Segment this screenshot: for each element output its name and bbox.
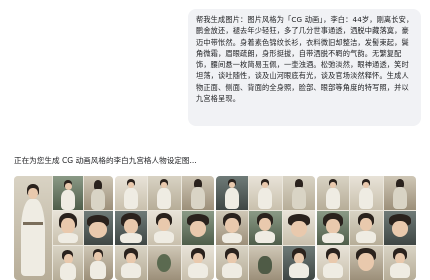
- generated-image-2[interactable]: [115, 176, 214, 280]
- generated-image-1[interactable]: [14, 176, 113, 280]
- generated-image-4[interactable]: [317, 176, 416, 280]
- grid-cell-profile: [249, 211, 282, 245]
- grid-cell-back: [383, 176, 416, 210]
- grid-cell-wine-jar: [249, 246, 282, 280]
- grid-cell-profile: [53, 246, 83, 280]
- grid-cell-back: [282, 176, 315, 210]
- grid-cell-face-closeup: [115, 211, 148, 245]
- grid-cell-back: [181, 176, 214, 210]
- grid-cell-back: [83, 176, 113, 210]
- grid-cell-half-body: [83, 246, 113, 280]
- grid-cell-face-closeup: [53, 211, 83, 245]
- grid-cell-half-body: [115, 246, 148, 280]
- user-message-bubble: 帮我生成图片：图片风格为「CG 动画」，李白：44岁，刚离长安，鹏金放还，褪去年…: [188, 9, 421, 126]
- grid-cell-face-closeup: [216, 211, 249, 245]
- grid-cell-fullbody-front: [216, 176, 249, 210]
- image-gallery: [14, 176, 416, 280]
- grid-cell-eye-closeup: [181, 211, 214, 245]
- grid-cell-fullbody-front: [115, 176, 148, 210]
- generated-image-3[interactable]: [216, 176, 315, 280]
- grid-cell-eye-closeup: [383, 211, 416, 245]
- grid-cell-eye-closeup: [83, 211, 113, 245]
- grid-cell-fullbody-front: [317, 176, 350, 210]
- grid-cell-gesture: [282, 246, 315, 280]
- grid-cell-half-body: [216, 246, 249, 280]
- grid-cell-profile: [350, 211, 383, 245]
- grid-cell-smile-closeup: [350, 246, 383, 280]
- grid-cell-profile: [148, 211, 181, 245]
- user-message-text: 帮我生成图片：图片风格为「CG 动画」，李白：44岁，刚离长安，鹏金放还，褪去年…: [196, 15, 414, 104]
- grid-cell-fullbody-front: [14, 176, 53, 280]
- grid-cell-side: [350, 176, 383, 210]
- grid-cell-side: [148, 176, 181, 210]
- grid-cell-face-closeup: [317, 211, 350, 245]
- grid-cell-gesture: [181, 246, 214, 280]
- grid-cell-half-body: [317, 246, 350, 280]
- grid-cell-gesture: [383, 246, 416, 280]
- grid-cell-hand-detail: [148, 246, 181, 280]
- grid-cell-side: [53, 176, 83, 210]
- grid-cell-eye-closeup: [282, 211, 315, 245]
- assistant-status-text: 正在为您生成 CG 动画风格的李白九宫格人物设定图...: [14, 156, 197, 165]
- grid-cell-side: [249, 176, 282, 210]
